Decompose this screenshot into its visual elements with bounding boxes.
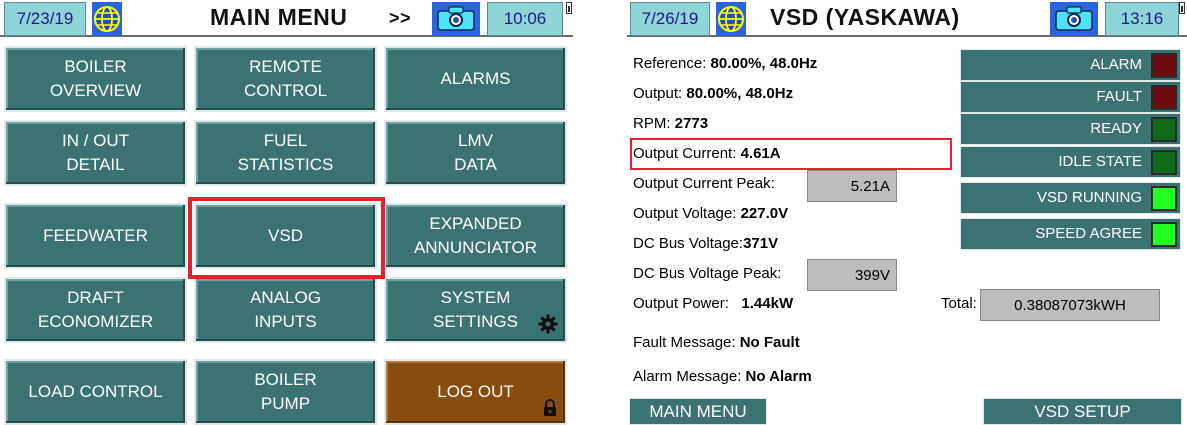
gear-icon [538,314,558,334]
log-out-button[interactable]: LOG OUT [384,359,567,425]
boiler-pump-button[interactable]: BOILER PUMP [194,359,377,425]
system-settings-button[interactable]: SYSTEM SETTINGS [384,277,567,343]
vsd-screen: 7/26/19 VSD (YASKAWA) 13:16 Reference: 8… [627,0,1187,425]
time-display: 10:06 [487,2,563,36]
dc-bus-voltage-peak-label: DC Bus Voltage Peak: [633,265,782,282]
status-speed-agree: SPEED AGREE [960,218,1181,250]
status-vsd-running: VSD RUNNING [960,182,1181,214]
main-menu-header: 7/23/19 MAIN MENU >> 10:06 [0,0,573,37]
vsd-running-indicator [1151,186,1177,211]
vsd-header: 7/26/19 VSD (YASKAWA) 13:16 [627,0,1187,37]
fault-indicator [1151,85,1177,110]
vsd-setup-button[interactable]: VSD SETUP [983,398,1182,425]
alarm-message-reading: Alarm Message: No Alarm [633,368,812,385]
battery-icon [1179,2,1185,14]
dc-bus-voltage-reading: DC Bus Voltage:371V [633,235,779,252]
output-power-reading: Output Power: 1.44kW [633,295,794,312]
page-title: MAIN MENU [210,4,348,30]
time-display: 13:16 [1105,2,1179,36]
alarm-indicator [1151,53,1177,78]
fault-message-reading: Fault Message: No Fault [633,334,800,351]
idle-state-indicator [1151,150,1177,175]
dc-bus-voltage-peak-value: 399V [807,259,897,291]
total-label: Total: [941,295,977,312]
status-fault: FAULT [960,81,1181,113]
load-control-button[interactable]: LOAD CONTROL [4,359,187,425]
date-display: 7/26/19 [630,2,710,36]
fuel-statistics-button[interactable]: FUEL STATISTICS [194,120,377,186]
lock-icon [544,399,556,416]
analog-inputs-button[interactable]: ANALOG INPUTS [194,277,377,343]
expanded-annunciator-button[interactable]: EXPANDED ANNUNCIATOR [384,203,567,269]
main-menu-button[interactable]: MAIN MENU [629,398,767,425]
globe-icon[interactable] [92,2,122,36]
log-out-label: LOG OUT [437,382,514,401]
next-page-button[interactable]: >> [389,8,411,29]
output-voltage-reading: Output Voltage: 227.0V [633,205,789,222]
vsd-selection-highlight [188,197,385,279]
output-current-reading: Output Current: 4.61A [633,145,781,162]
ready-indicator [1151,117,1177,142]
rpm-reading: RPM: 2773 [633,115,709,132]
reference-reading: Reference: 80.00%, 48.0Hz [633,55,818,72]
total-energy-value: 0.38087073kWH [980,289,1160,321]
output-current-peak-value: 5.21A [807,170,897,202]
boiler-overview-button[interactable]: BOILER OVERVIEW [4,46,187,112]
output-reading: Output: 80.00%, 48.0Hz [633,85,794,102]
draft-economizer-button[interactable]: DRAFT ECONOMIZER [4,277,187,343]
page-title: VSD (YASKAWA) [770,4,960,30]
status-ready: READY [960,113,1181,145]
battery-icon [566,2,572,14]
lmv-data-button[interactable]: LMV DATA [384,120,567,186]
globe-icon[interactable] [716,2,746,36]
main-menu-screen: 7/23/19 MAIN MENU >> 10:06 BOILER OVERVI… [0,0,573,425]
alarms-button[interactable]: ALARMS [384,46,567,112]
feedwater-button[interactable]: FEEDWATER [4,203,187,269]
date-display: 7/23/19 [4,2,86,36]
speed-agree-indicator [1151,222,1177,247]
camera-icon[interactable] [1050,2,1098,36]
system-settings-label: SYSTEM SETTINGS [432,288,518,331]
status-idle-state: IDLE STATE [960,146,1181,178]
remote-control-button[interactable]: REMOTE CONTROL [194,46,377,112]
in-out-detail-button[interactable]: IN / OUT DETAIL [4,120,187,186]
status-alarm: ALARM [960,49,1181,81]
camera-icon[interactable] [432,2,480,36]
output-current-peak-label: Output Current Peak: [633,175,775,192]
